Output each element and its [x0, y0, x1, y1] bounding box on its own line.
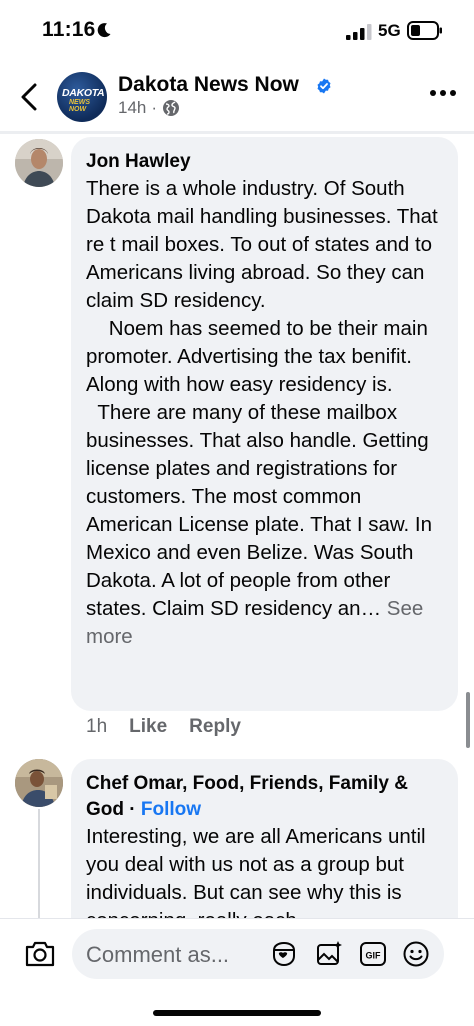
svg-text:GIF: GIF: [366, 951, 382, 961]
post-meta: 14h ·: [118, 98, 180, 118]
comment-bubble[interactable]: Chef Omar, Food, Friends, Family & God ·…: [71, 759, 458, 919]
follow-separator: ·: [124, 799, 141, 820]
post-header: DAKOTA NEWS NOW Dakota News Now 14h ·: [0, 62, 474, 134]
emoji-icon[interactable]: [402, 940, 430, 968]
status-bar: 11:16 5G: [0, 0, 474, 60]
comment-author[interactable]: Jon Hawley: [86, 149, 442, 175]
verified-badge-icon: [317, 78, 331, 94]
logo-text: DAKOTA: [62, 87, 105, 99]
like-button[interactable]: Like: [129, 716, 167, 738]
follow-button[interactable]: Follow: [141, 799, 201, 820]
dot: [430, 90, 436, 96]
page-name[interactable]: Dakota News Now: [118, 73, 299, 97]
dot: [440, 90, 446, 96]
globe-icon: [163, 100, 180, 116]
comment-input[interactable]: Comment as... GIF: [72, 929, 444, 979]
camera-icon[interactable]: [24, 939, 56, 969]
commenter-avatar[interactable]: [15, 139, 63, 187]
chevron-left-icon: [21, 83, 37, 111]
photo-icon[interactable]: [315, 940, 343, 968]
page-avatar[interactable]: DAKOTA NEWS NOW: [57, 72, 107, 122]
post-age: 14h: [118, 98, 147, 117]
comment-text: There is a whole industry. Of South Dako…: [86, 175, 442, 651]
commenter-avatar[interactable]: [15, 759, 63, 807]
avatar-sticker-icon[interactable]: [270, 940, 298, 968]
comment-bubble[interactable]: Jon Hawley There is a whole industry. Of…: [71, 137, 458, 711]
scrollbar[interactable]: [466, 692, 470, 748]
meta-separator: ·: [151, 98, 158, 117]
dot: [450, 90, 456, 96]
moon-icon: [97, 23, 111, 38]
comment-composer: Comment as... GIF: [0, 918, 474, 994]
reply-button[interactable]: Reply: [189, 716, 241, 738]
comment-body: There is a whole industry. Of South Dako…: [86, 177, 438, 620]
person-photo-icon: [15, 759, 63, 807]
comment-placeholder: Comment as...: [86, 942, 230, 967]
comment-time: 1h: [86, 716, 108, 737]
back-button[interactable]: [14, 80, 44, 114]
battery-icon: [407, 21, 442, 40]
status-time: 11:16: [42, 18, 96, 41]
gif-icon[interactable]: GIF: [359, 940, 387, 968]
logo-subtext: NEWS NOW: [69, 99, 90, 113]
comment-text: Interesting, we are all Americans until …: [86, 825, 426, 919]
comments-list[interactable]: Jon Hawley There is a whole industry. Of…: [0, 137, 474, 919]
more-options-button[interactable]: [430, 90, 460, 100]
network-label: 5G: [378, 21, 401, 40]
comment-actions: 1h Like Reply: [86, 716, 241, 738]
comment-author-line: Chef Omar, Food, Friends, Family & God ·…: [86, 771, 442, 823]
thread-line: [38, 809, 40, 919]
home-indicator[interactable]: [153, 1010, 321, 1016]
signal-icon: [346, 24, 372, 40]
person-photo-icon: [15, 139, 63, 187]
